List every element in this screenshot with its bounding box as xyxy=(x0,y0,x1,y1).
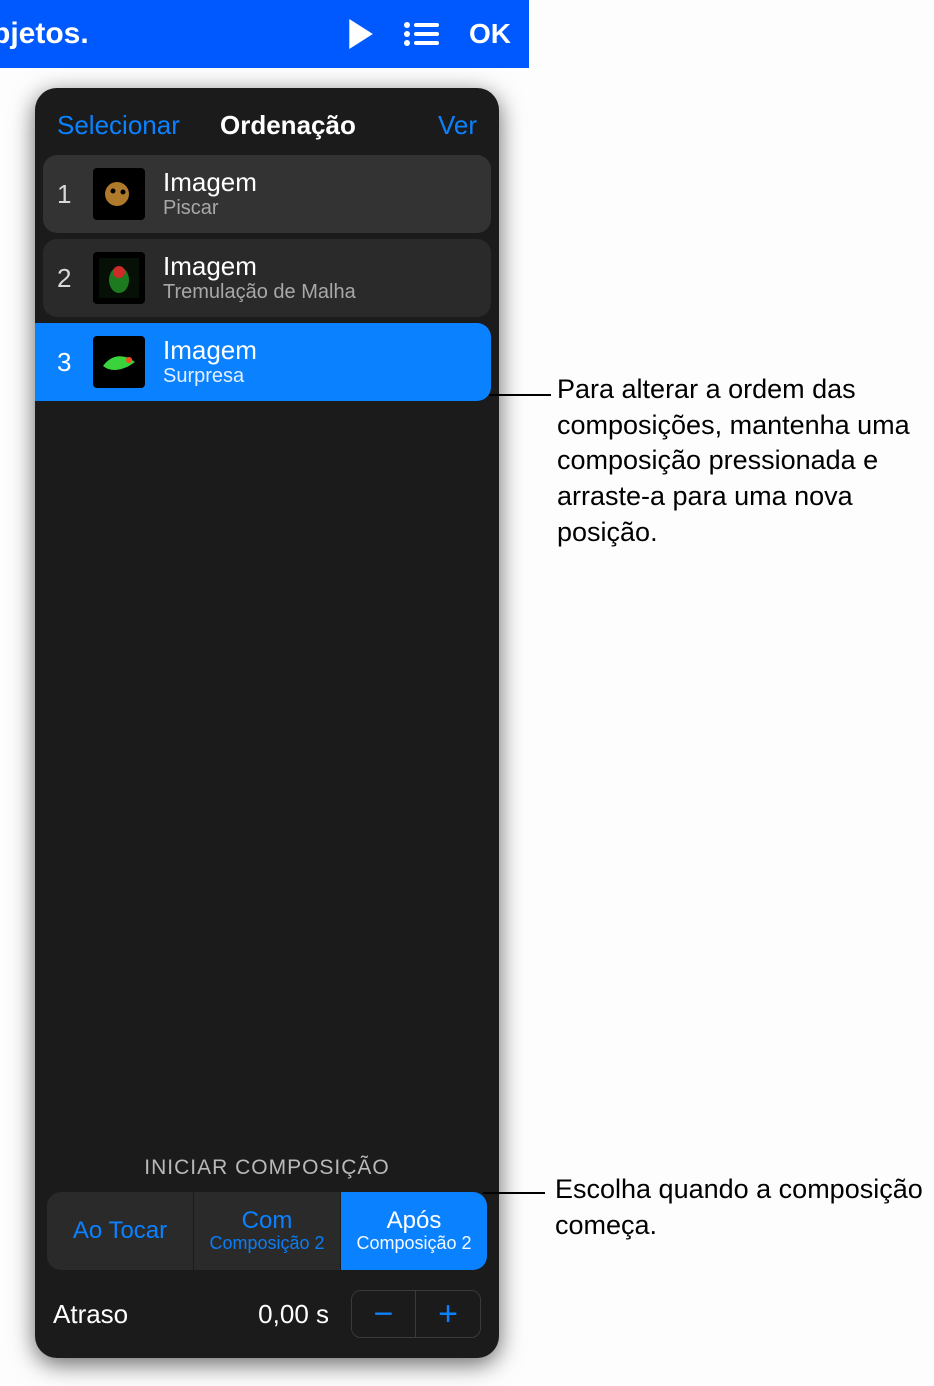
delay-label: Atraso xyxy=(53,1299,128,1330)
build-effect: Surpresa xyxy=(163,365,257,388)
build-order-popover: Selecionar Ordenação Ver 1 Imagem Piscar… xyxy=(35,88,499,1358)
build-thumbnail xyxy=(93,168,145,220)
view-button[interactable]: Ver xyxy=(438,110,477,141)
segment-label: Com xyxy=(242,1208,293,1234)
select-button[interactable]: Selecionar xyxy=(57,110,180,141)
popover-header: Selecionar Ordenação Ver xyxy=(35,88,499,155)
build-row-selected[interactable]: 3 Imagem Surpresa xyxy=(35,323,491,401)
start-segmented-control: Ao Tocar Com Composição 2 Após Composiçã… xyxy=(47,1192,487,1270)
done-button[interactable]: OK xyxy=(469,18,511,50)
build-name: Imagem xyxy=(163,168,257,198)
stepper-plus[interactable]: + xyxy=(416,1291,480,1337)
build-row[interactable]: 2 Imagem Tremulação de Malha xyxy=(43,239,491,317)
delay-value: 0,00 s xyxy=(258,1299,329,1330)
popover-title: Ordenação xyxy=(220,110,356,141)
segment-label: Após xyxy=(387,1208,442,1234)
delay-stepper: − + xyxy=(351,1290,481,1338)
build-index: 1 xyxy=(57,179,75,210)
build-row[interactable]: 1 Imagem Piscar xyxy=(43,155,491,233)
callout-text: Escolha quando a composição começa. xyxy=(555,1172,925,1243)
delay-row: Atraso 0,00 s − + xyxy=(47,1290,487,1338)
toolbar-title-fragment: bjetos. xyxy=(0,17,89,51)
play-icon[interactable] xyxy=(347,19,373,49)
segment-label: Ao Tocar xyxy=(73,1218,167,1244)
leader-line xyxy=(489,394,551,396)
popover-footer: INICIAR COMPOSIÇÃO Ao Tocar Com Composiç… xyxy=(35,1146,499,1358)
segment-sublabel: Composição 2 xyxy=(209,1234,324,1254)
start-option-with[interactable]: Com Composição 2 xyxy=(194,1192,341,1270)
build-effect: Piscar xyxy=(163,197,257,220)
start-section-label: INICIAR COMPOSIÇÃO xyxy=(47,1156,487,1180)
build-list: 1 Imagem Piscar 2 Imagem Tremulação de M… xyxy=(35,155,499,401)
build-effect: Tremulação de Malha xyxy=(163,281,356,304)
build-thumbnail xyxy=(93,252,145,304)
build-name: Imagem xyxy=(163,252,356,282)
build-order-icon[interactable] xyxy=(403,20,439,48)
segment-sublabel: Composição 2 xyxy=(356,1234,471,1254)
build-thumbnail xyxy=(93,336,145,388)
callout-text: Para alterar a ordem das composições, ma… xyxy=(557,372,927,550)
build-index: 2 xyxy=(57,263,75,294)
stepper-minus[interactable]: − xyxy=(352,1291,416,1337)
start-option-on-tap[interactable]: Ao Tocar xyxy=(47,1192,194,1270)
build-index: 3 xyxy=(57,347,75,378)
start-option-after[interactable]: Após Composição 2 xyxy=(341,1192,487,1270)
toolbar: bjetos. OK xyxy=(0,0,529,68)
callout-reorder: Para alterar a ordem das composições, ma… xyxy=(557,372,927,550)
callout-start: Escolha quando a composição começa. xyxy=(555,1172,925,1243)
build-name: Imagem xyxy=(163,336,257,366)
leader-line xyxy=(483,1192,545,1194)
